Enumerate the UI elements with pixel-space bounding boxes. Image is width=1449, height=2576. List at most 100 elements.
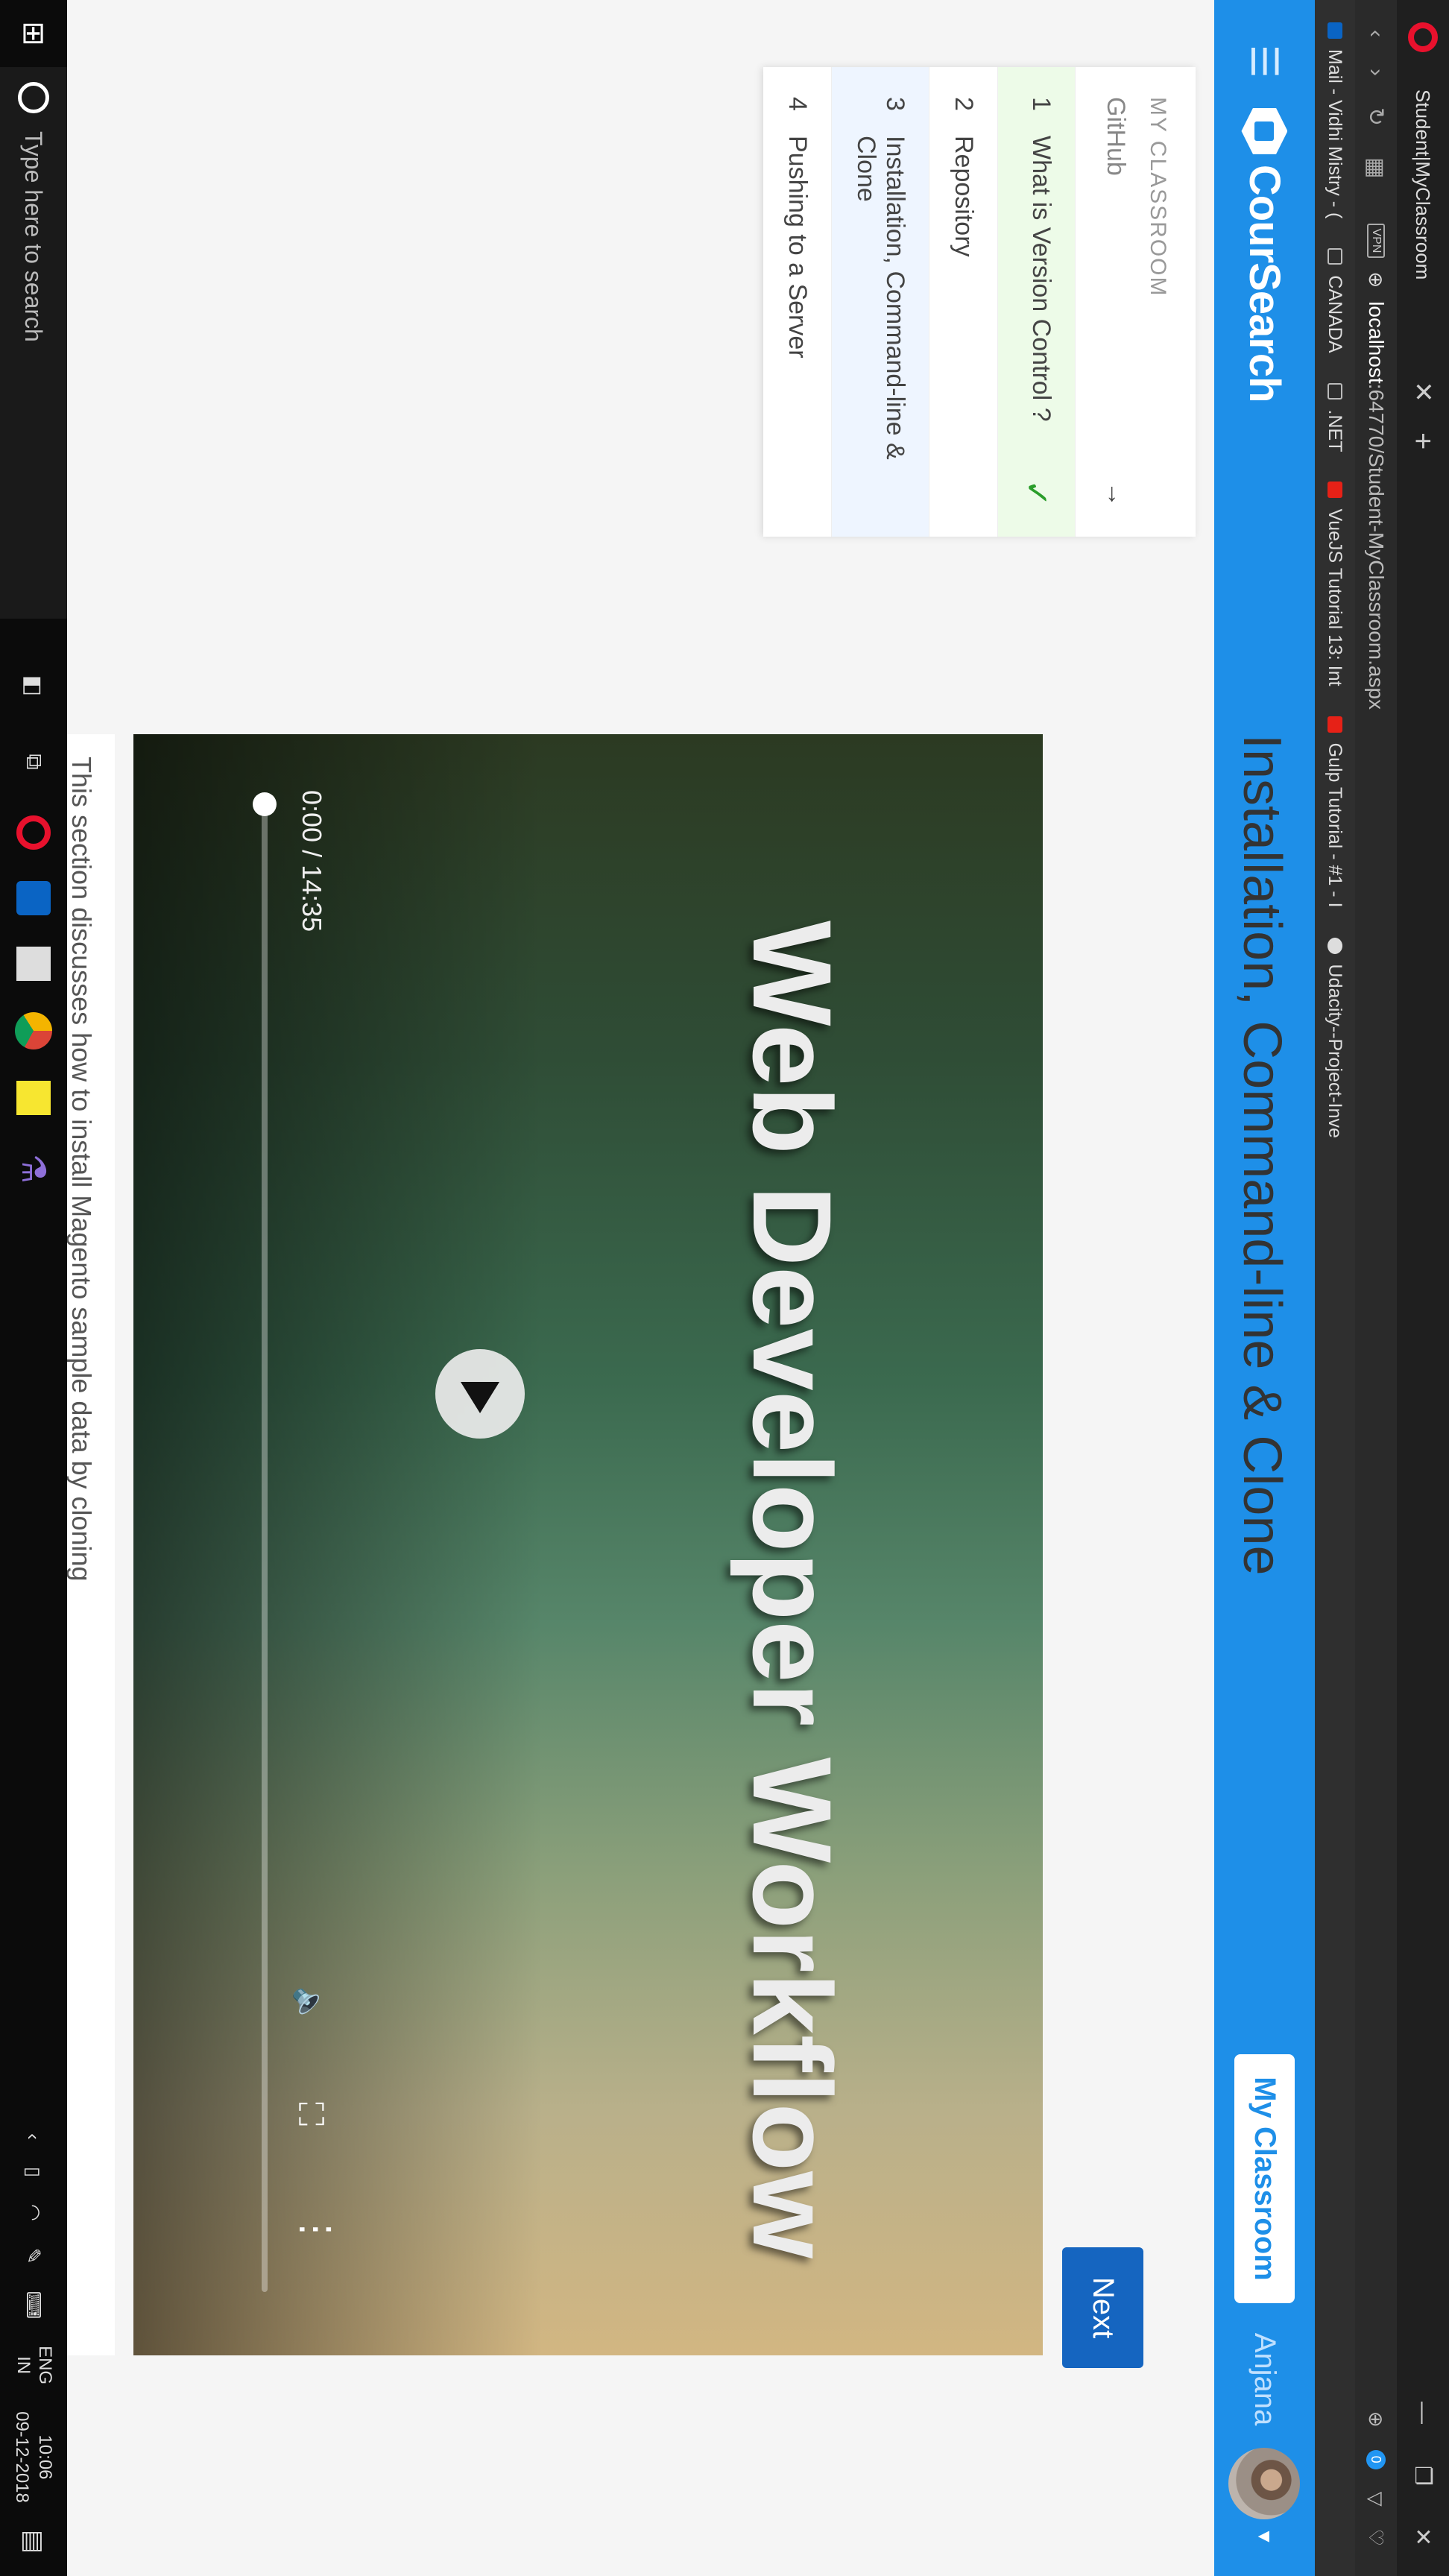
globe-icon: ⊕: [1365, 271, 1388, 288]
visual-studio-icon[interactable]: ⚗: [11, 1146, 56, 1191]
fullscreen-icon[interactable]: ⛶: [289, 2102, 331, 2126]
bookmarks-bar: Mail - Vidhi Mistry - ( CANADA .NET VueJ…: [1315, 0, 1355, 2576]
opera-app-icon[interactable]: [16, 815, 51, 850]
windows-taskbar: ⊞ Type here to search ◧ ⧉ ⚗ ‹ ▯ ◠ ✎ ⌨ EN…: [0, 0, 67, 2576]
youtube-icon: [1328, 716, 1342, 733]
sidebar-course[interactable]: GitHub →: [1076, 67, 1130, 537]
windows-start-icon[interactable]: ⊞: [16, 0, 51, 67]
snapshot-icon[interactable]: ▽: [1365, 2492, 1388, 2507]
outlook-app-icon[interactable]: [16, 881, 51, 915]
my-classroom-button[interactable]: My Classroom: [1234, 2054, 1295, 2303]
language-indicator[interactable]: ENG IN: [12, 2346, 55, 2384]
play-icon: [461, 1382, 499, 1413]
lesson-label: Pushing to a Server: [783, 136, 812, 359]
zoom-icon[interactable]: ⊕: [1365, 2411, 1388, 2428]
notifications-icon[interactable]: ▤: [19, 2530, 48, 2554]
outlook-icon: [1328, 22, 1342, 39]
new-tab-button[interactable]: +: [1407, 432, 1440, 449]
play-button[interactable]: [435, 1349, 525, 1439]
heart-icon[interactable]: ♡: [1365, 2529, 1388, 2546]
battery-icon[interactable]: ▯: [22, 2167, 45, 2177]
reload-icon[interactable]: ↻: [1363, 107, 1389, 126]
folder-icon: [1328, 248, 1342, 265]
progress-knob[interactable]: [253, 792, 277, 816]
maximize-icon[interactable]: ❐: [1410, 2466, 1436, 2486]
bookmark-vuejs[interactable]: VueJS Tutorial 13: Int: [1325, 482, 1346, 686]
close-window-icon[interactable]: ✕: [1410, 2528, 1436, 2546]
browser-titlebar: Student|MyClassroom ✕ + — ❐ ✕: [1397, 0, 1449, 2576]
window-controls: — ❐ ✕: [1410, 2402, 1436, 2546]
taskbar-apps: ◧ ⧉ ⚗: [11, 663, 56, 1191]
more-options-icon[interactable]: ⋮: [294, 2210, 338, 2246]
pen-icon[interactable]: ✎: [22, 2248, 45, 2264]
lesson-item-3[interactable]: 3 Installation, Command-line & Clone: [832, 67, 929, 537]
lesson-number: 3: [881, 97, 909, 111]
address-bar: ‹ › ↻ ▦ VPN ⊕ localhost :64770/Student-M…: [1355, 0, 1397, 2576]
video-player[interactable]: Web Developer Workflow 0:00 / 14:35 🔈 ⛶ …: [133, 734, 1043, 2355]
search-placeholder: Type here to search: [20, 131, 48, 342]
tray-chevron-icon[interactable]: ‹: [22, 2133, 45, 2140]
url-field[interactable]: VPN ⊕ localhost :64770/Student-MyClassro…: [1364, 223, 1388, 710]
lesson-item-1[interactable]: 1 What is Version Control ? ✓: [998, 67, 1076, 537]
task-view-icon[interactable]: ⧉: [11, 739, 56, 784]
page-title: Installation, Command-line & Clone: [1232, 734, 1292, 1576]
vpn-badge[interactable]: VPN: [1367, 223, 1385, 259]
back-icon[interactable]: ‹: [1363, 30, 1389, 37]
tab-title: Student|MyClassroom: [1412, 89, 1435, 280]
tabs-grid-icon[interactable]: ▦: [1363, 157, 1389, 178]
clock[interactable]: 10:06 09-12-2018: [10, 2411, 57, 2503]
youtube-icon: [1328, 482, 1342, 499]
video-timecode: 0:00 / 14:35: [297, 790, 327, 932]
url-host: localhost: [1365, 301, 1388, 384]
chrome-app-icon[interactable]: [15, 1012, 52, 1049]
lesson-number: 4: [783, 97, 812, 111]
lesson-item-2[interactable]: 2 Repository: [929, 67, 998, 537]
brand[interactable]: CourSearch: [1240, 108, 1289, 402]
sticky-notes-icon[interactable]: [16, 1081, 51, 1115]
keyboard-icon[interactable]: ⌨: [22, 2291, 45, 2320]
nav-buttons: ‹ › ↻ ▦: [1363, 30, 1389, 179]
arrow-right-icon[interactable]: →: [1101, 482, 1130, 507]
system-tray: ‹ ▯ ◠ ✎ ⌨ ENG IN 10:06 09-12-2018 ▤: [10, 2133, 57, 2554]
folder-icon: [1328, 382, 1342, 400]
screen: Student|MyClassroom ✕ + — ❐ ✕ ‹ › ↻ ▦ VP…: [0, 0, 1449, 2576]
cortana-mic-icon[interactable]: ◧: [11, 663, 56, 708]
bookmark-gulp[interactable]: Gulp Tutorial - #1 - I: [1325, 716, 1346, 908]
bookmark-mail[interactable]: Mail - Vidhi Mistry - (: [1325, 22, 1346, 218]
browser-tab[interactable]: Student|MyClassroom ✕: [1397, 75, 1449, 417]
next-button[interactable]: Next: [1062, 2247, 1143, 2369]
addressbar-tools: ⊕ 0 ▽ ♡: [1365, 2411, 1388, 2546]
sidebar-heading: MY CLASSROOM: [1146, 97, 1170, 297]
video-overlay-title: Web Developer Workflow: [730, 921, 855, 2258]
bookmark-dotnet[interactable]: .NET: [1325, 382, 1346, 452]
url-path: :64770/Student-MyClassroom.aspx: [1365, 383, 1388, 710]
user-menu-caret-icon[interactable]: ▼: [1253, 2527, 1276, 2546]
calculator-app-icon[interactable]: [16, 947, 51, 981]
volume-icon[interactable]: 🔈: [292, 1986, 327, 2024]
adblock-badge[interactable]: 0: [1366, 2449, 1386, 2469]
github-icon: [1328, 937, 1342, 954]
coursearch-logo-icon: [1242, 108, 1288, 154]
video-progress-bar[interactable]: [253, 792, 277, 2292]
taskbar-search[interactable]: Type here to search: [0, 67, 67, 619]
minimize-icon[interactable]: —: [1410, 2402, 1436, 2424]
bookmark-canada[interactable]: CANADA: [1325, 248, 1346, 353]
course-name: GitHub: [1102, 97, 1130, 176]
username: Anjana: [1248, 2332, 1281, 2426]
lesson-label: Repository: [950, 136, 978, 257]
cortana-icon: [18, 82, 49, 113]
lesson-label: What is Version Control ?: [1027, 136, 1055, 422]
lesson-number: 2: [950, 97, 978, 111]
lesson-label: Installation, Command-line & Clone: [852, 136, 909, 460]
opera-logo-icon[interactable]: [1408, 22, 1438, 52]
forward-icon[interactable]: ›: [1363, 69, 1389, 76]
wifi-icon[interactable]: ◠: [22, 2204, 45, 2221]
lesson-item-4[interactable]: 4 Pushing to a Server: [763, 67, 832, 537]
hamburger-menu-icon[interactable]: ☰: [1243, 45, 1287, 78]
tab-close-icon[interactable]: ✕: [1408, 382, 1438, 403]
bookmark-udacity[interactable]: Udacity--Project-Inve: [1325, 937, 1346, 1138]
lesson-number: 1: [1027, 97, 1055, 111]
avatar[interactable]: [1228, 2448, 1301, 2520]
lesson-sidebar: MY CLASSROOM GitHub → 1 What is Version …: [763, 67, 1196, 537]
header-right: My Classroom Anjana ▼: [1228, 2054, 1301, 2546]
